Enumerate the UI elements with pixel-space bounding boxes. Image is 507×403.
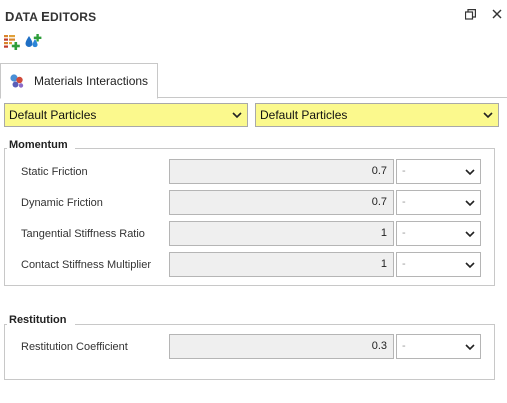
add-table-icon bbox=[4, 35, 20, 50]
restore-icon bbox=[464, 8, 476, 20]
title-bar: DATA EDITORS bbox=[0, 0, 507, 30]
dynamic-friction-label: Dynamic Friction bbox=[21, 197, 103, 209]
tangential-stiffness-ratio-label: Tangential Stiffness Ratio bbox=[21, 228, 145, 240]
panel-title: DATA EDITORS bbox=[5, 9, 96, 24]
add-drops-icon bbox=[25, 34, 42, 48]
tab-label: Materials Interactions bbox=[34, 74, 149, 88]
static-friction-label: Static Friction bbox=[21, 166, 88, 178]
close-icon bbox=[492, 9, 502, 19]
chevron-down-icon bbox=[465, 344, 475, 351]
dynamic-friction-unit-select[interactable]: - bbox=[396, 190, 481, 215]
tangential-stiffness-ratio-unit-select[interactable]: - bbox=[396, 221, 481, 246]
contact-stiffness-multiplier-unit-select[interactable]: - bbox=[396, 252, 481, 277]
chevron-down-icon bbox=[465, 200, 475, 207]
unit-value: - bbox=[402, 196, 406, 208]
add-table-button[interactable] bbox=[3, 33, 21, 51]
unit-value: - bbox=[402, 340, 406, 352]
toolbar bbox=[0, 33, 507, 53]
chevron-down-icon bbox=[465, 262, 475, 269]
second-material-select[interactable]: Default Particles bbox=[255, 103, 499, 127]
contact-stiffness-multiplier-input[interactable]: 1 bbox=[169, 252, 394, 277]
title-initial-2: E bbox=[41, 9, 51, 24]
close-button[interactable] bbox=[489, 6, 505, 22]
contact-stiffness-multiplier-label: Contact Stiffness Multiplier bbox=[21, 259, 152, 271]
dynamic-friction-input[interactable]: 0.7 bbox=[169, 190, 394, 215]
title-rest-1: ATA bbox=[14, 10, 42, 24]
static-friction-input[interactable]: 0.7 bbox=[169, 159, 394, 184]
title-initial-1: D bbox=[5, 9, 15, 24]
tangential-stiffness-ratio-input[interactable]: 1 bbox=[169, 221, 394, 246]
restitution-coefficient-label: Restitution Coefficient bbox=[21, 341, 128, 353]
first-material-select[interactable]: Default Particles bbox=[4, 103, 248, 127]
tab-strip: Materials Interactions bbox=[0, 63, 507, 99]
chevron-down-icon bbox=[232, 112, 242, 119]
restitution-coefficient-unit-select[interactable]: - bbox=[396, 334, 481, 359]
unit-value: - bbox=[402, 227, 406, 239]
chevron-down-icon bbox=[465, 231, 475, 238]
unit-value: - bbox=[402, 258, 406, 270]
title-rest-2: DITORS bbox=[50, 10, 97, 24]
restore-button[interactable] bbox=[462, 6, 478, 22]
second-material-value: Default Particles bbox=[260, 108, 348, 122]
first-material-value: Default Particles bbox=[9, 108, 97, 122]
chevron-down-icon bbox=[465, 169, 475, 176]
static-friction-unit-select[interactable]: - bbox=[396, 159, 481, 184]
unit-value: - bbox=[402, 165, 406, 177]
restitution-coefficient-input[interactable]: 0.3 bbox=[169, 334, 394, 359]
add-drops-button[interactable] bbox=[24, 33, 42, 51]
materials-interactions-icon bbox=[10, 74, 24, 88]
tab-materials-interactions[interactable]: Materials Interactions bbox=[0, 63, 158, 99]
chevron-down-icon bbox=[483, 112, 493, 119]
